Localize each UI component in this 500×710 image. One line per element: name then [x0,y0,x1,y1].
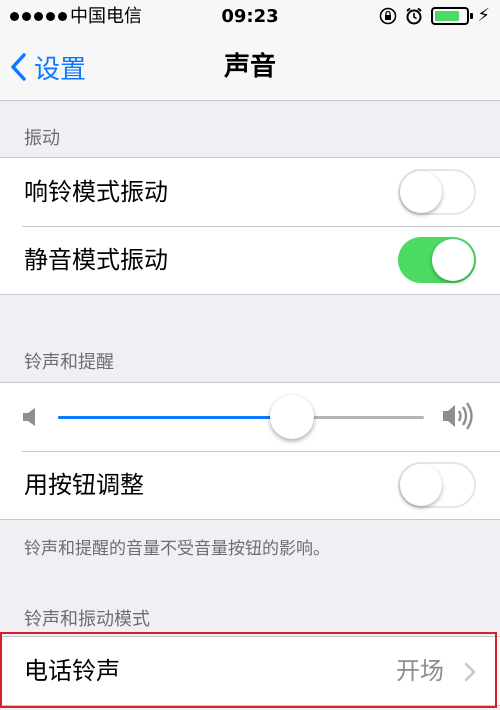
ringer-footer-note: 铃声和提醒的音量不受音量按钮的影响。 [24,539,330,559]
change-with-buttons-toggle[interactable] [398,462,476,508]
section-header-vibrate: 振动 [24,128,60,149]
section-header-ringer: 铃声和提醒 [24,352,114,373]
volume-slider-fill [58,416,293,419]
highlight-box [0,632,497,708]
volume-low-icon [23,408,35,426]
navigation-bar: 设置 声音 [0,34,500,101]
status-bar: 中国电信 09:23 ⚡ [0,0,500,34]
change-with-buttons-row: 用按钮调整 [0,451,500,519]
volume-slider-thumb[interactable] [270,395,315,439]
page-title: 声音 [223,52,276,82]
section-header-patterns: 铃声和振动模式 [24,609,150,630]
ring-vibrate-row: 响铃模式振动 [0,158,500,226]
ringer-group: 用按钮调整 [0,382,500,520]
volume-slider-row [0,383,500,451]
status-icons: ⚡ [379,7,490,25]
battery-icon [431,7,474,25]
silent-vibrate-label: 静音模式振动 [24,246,168,274]
charging-bolt-icon: ⚡ [477,5,490,26]
vibrate-group: 响铃模式振动 静音模式振动 [0,157,500,295]
change-with-buttons-label: 用按钮调整 [24,471,144,499]
orientation-lock-icon [380,7,397,25]
silent-vibrate-toggle[interactable] [398,237,476,283]
volume-high-icon [443,402,473,430]
volume-slider[interactable] [58,395,424,439]
ring-vibrate-label: 响铃模式振动 [24,178,168,206]
ring-vibrate-toggle[interactable] [398,169,476,215]
alarm-icon [406,7,422,25]
silent-vibrate-row: 静音模式振动 [0,226,500,294]
